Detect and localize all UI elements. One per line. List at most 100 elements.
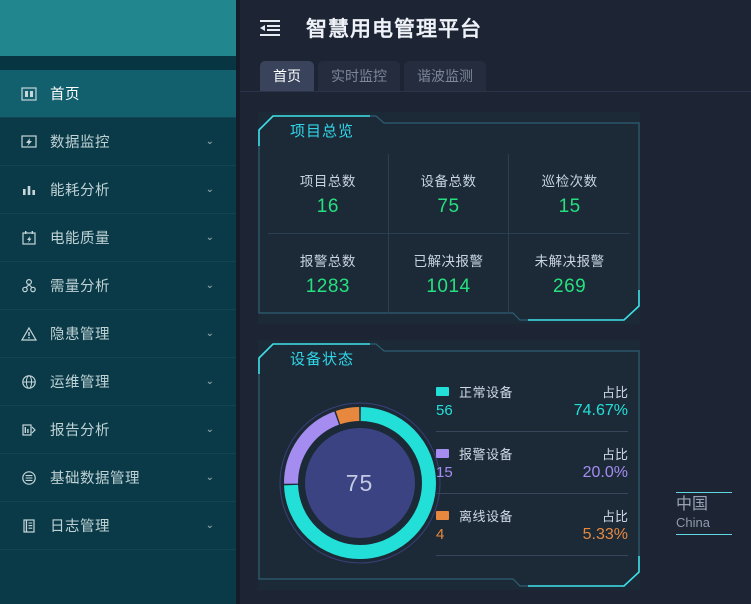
sidebar-item-7[interactable]: 报告分析 ⌄	[0, 406, 236, 454]
stat-cell: 设备总数 75	[388, 154, 510, 234]
log-icon	[18, 517, 40, 535]
legend-series-name: 离线设备	[459, 508, 514, 524]
legend-group: 正常设备 占比 56 74.67%	[436, 380, 628, 432]
home-icon	[18, 85, 40, 103]
sidebar-menu: 首页 数据监控 ⌄ 能耗分析 ⌄ 电能质量 ⌄ 需量分析 ⌄ 隐患管理 ⌄ 运维管理 ⌄ 报告分析 ⌄ 基础数…	[0, 70, 236, 550]
stat-cell: 项目总数 16	[268, 154, 389, 234]
sidebar-item-label: 日志管理	[50, 519, 110, 535]
stat-value: 1283	[305, 276, 350, 297]
status-panel-title: 设备状态	[290, 351, 355, 368]
legend-count: 56	[436, 402, 453, 419]
legend-percent: 74.67%	[573, 402, 628, 419]
chevron-down-icon[interactable]: ⌄	[206, 472, 214, 483]
sidebar-menu-spacer	[0, 56, 236, 70]
sidebar-logo-block[interactable]	[0, 0, 236, 56]
sidebar-item-4[interactable]: 需量分析 ⌄	[0, 262, 236, 310]
sidebar-item-5[interactable]: 隐患管理 ⌄	[0, 310, 236, 358]
sidebar-item-label: 首页	[50, 87, 80, 103]
menu-fold-icon[interactable]	[260, 19, 280, 37]
legend-header-row: 离线设备 占比	[436, 504, 628, 526]
stat-label: 报警总数	[299, 254, 356, 269]
stat-cell: 已解决报警 1014	[389, 234, 510, 314]
sidebar-item-8[interactable]: 基础数据管理 ⌄	[0, 454, 236, 502]
top-bar: 智慧用电管理平台	[240, 0, 751, 56]
main-content: 智慧用电管理平台 首页 实时监控 谐波监测 项目总览 项目总数 16 设备总数 75 巡检次…	[240, 0, 751, 604]
legend-ratio-label: 占比	[601, 508, 628, 524]
sidebar-item-label: 基础数据管理	[50, 471, 140, 487]
sidebar-item-3[interactable]: 电能质量 ⌄	[0, 214, 236, 262]
stat-value: 269	[553, 276, 587, 297]
chevron-down-icon[interactable]: ⌄	[206, 328, 214, 339]
bar-chart-icon	[18, 181, 40, 199]
warning-icon	[18, 325, 40, 343]
donut-center-value: 75	[345, 469, 374, 496]
tab-2[interactable]: 谐波监测	[404, 61, 486, 91]
sidebar-item-label: 电能质量	[50, 231, 110, 247]
stat-label: 已解决报警	[413, 254, 484, 269]
legend-color-swatch	[436, 510, 449, 520]
device-status-panel: 设备状态 75 正常设备 占比 56 74.67% 报警设备 占比 15 20.0% 离线设备占…	[258, 340, 640, 590]
legend-value-row: 56 74.67%	[436, 402, 628, 432]
stat-value: 16	[316, 195, 339, 217]
stat-label: 未解决报警	[534, 254, 605, 269]
legend-ratio-label: 占比	[601, 446, 628, 462]
stat-cell: 未解决报警 269	[509, 234, 630, 314]
legend-percent: 5.33%	[582, 526, 628, 543]
sidebar-item-label: 隐患管理	[50, 327, 110, 343]
chevron-down-icon[interactable]: ⌄	[206, 424, 214, 435]
stat-label: 设备总数	[420, 173, 477, 189]
calendar-icon	[18, 229, 40, 247]
badge-label-en: China	[676, 515, 710, 530]
stat-label: 项目总数	[299, 173, 356, 189]
globe-icon	[18, 373, 40, 391]
project-overview-panel: 项目总览 项目总数 16 设备总数 75 巡检次数 15 报警总数 1283 已解决报警 1014…	[258, 112, 640, 324]
chevron-down-icon[interactable]: ⌄	[206, 232, 214, 243]
legend-value-row: 15 20.0%	[436, 464, 628, 494]
chevron-down-icon[interactable]: ⌄	[206, 280, 214, 291]
sidebar-item-label: 需量分析	[50, 279, 110, 295]
legend-group: 离线设备 占比 4 5.33%	[436, 504, 628, 556]
legend-value-row: 4 5.33%	[436, 526, 628, 556]
legend-percent: 20.0%	[582, 464, 628, 481]
device-status-donut-chart: 75	[272, 388, 447, 578]
database-icon	[18, 469, 40, 487]
chevron-down-icon[interactable]: ⌄	[206, 520, 214, 531]
device-status-legend: 正常设备 占比 56 74.67% 报警设备 占比 15 20.0% 离线设备 占比 4 5.33%	[436, 380, 628, 566]
overview-panel-title: 项目总览	[290, 123, 355, 140]
legend-color-swatch	[436, 386, 449, 396]
stat-cell: 巡检次数 15	[509, 154, 630, 234]
sidebar-item-0[interactable]: 首页	[0, 70, 236, 118]
legend-count: 4	[436, 526, 445, 543]
chevron-down-icon[interactable]: ⌄	[206, 376, 214, 387]
sidebar-item-6[interactable]: 运维管理 ⌄	[0, 358, 236, 406]
tab-0[interactable]: 首页	[260, 61, 314, 91]
legend-header-row: 正常设备 占比	[436, 380, 628, 402]
sidebar-item-1[interactable]: 数据监控 ⌄	[0, 118, 236, 166]
stat-value: 75	[437, 195, 460, 217]
stat-cell: 报警总数 1283	[268, 234, 389, 314]
legend-header-row: 报警设备 占比	[436, 442, 628, 464]
stat-label: 巡检次数	[541, 173, 598, 189]
legend-color-swatch	[436, 448, 449, 458]
chevron-down-icon[interactable]: ⌄	[206, 136, 214, 147]
badge-label-cn: 中国	[676, 496, 709, 513]
monitor-icon	[18, 133, 40, 151]
app-title: 智慧用电管理平台	[306, 18, 482, 41]
sidebar: 首页 数据监控 ⌄ 能耗分析 ⌄ 电能质量 ⌄ 需量分析 ⌄ 隐患管理 ⌄ 运维管理 ⌄ 报告分析 ⌄ 基础数…	[0, 0, 236, 604]
china-region-badge[interactable]: 中国 China	[676, 492, 736, 535]
sidebar-item-9[interactable]: 日志管理 ⌄	[0, 502, 236, 550]
sidebar-item-label: 报告分析	[50, 423, 110, 439]
legend-count: 15	[436, 464, 453, 481]
legend-series-name: 报警设备	[459, 446, 514, 462]
legend-ratio-label: 占比	[601, 384, 628, 400]
branch-icon	[18, 277, 40, 295]
donut-arc-2[interactable]	[335, 407, 360, 425]
badge-bottom-line	[676, 534, 732, 535]
tab-1[interactable]: 实时监控	[318, 61, 400, 91]
stat-value: 15	[558, 195, 581, 217]
chevron-down-icon[interactable]: ⌄	[206, 184, 214, 195]
sidebar-item-label: 数据监控	[50, 135, 110, 151]
sidebar-item-2[interactable]: 能耗分析 ⌄	[0, 166, 236, 214]
legend-series-name: 正常设备	[459, 384, 514, 400]
legend-group: 报警设备 占比 15 20.0%	[436, 442, 628, 494]
